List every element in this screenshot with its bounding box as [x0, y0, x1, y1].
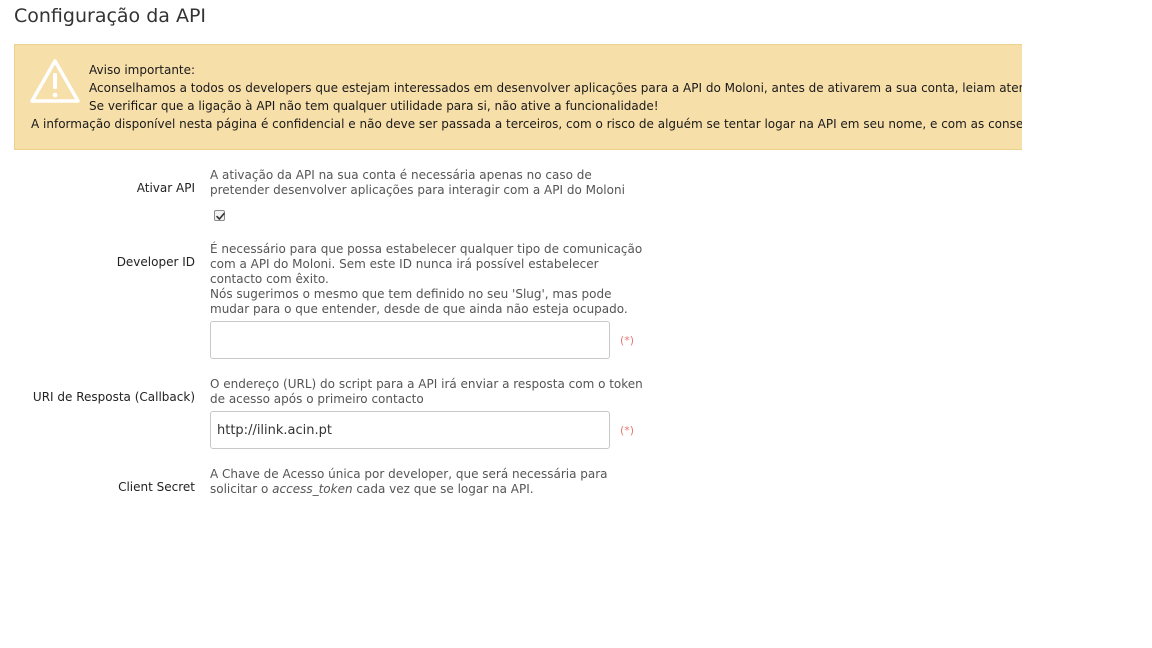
help-text-fragment: cada vez que se logar na API. [352, 482, 534, 496]
help-text-line: mudar para o que entender, desde de que … [210, 302, 628, 316]
client-secret-help: A Chave de Acesso única por developer, q… [210, 467, 660, 497]
developer-id-help: É necessário para que possa estabelecer … [210, 242, 660, 317]
checkmark-icon [216, 212, 225, 220]
warning-triangle-icon [30, 59, 80, 103]
warning-text-line: Se verificar que a ligação à API não tem… [89, 99, 659, 113]
client-secret-label: Client Secret [118, 480, 195, 494]
developer-id-input[interactable] [210, 321, 610, 359]
required-mark: (*) [620, 334, 635, 347]
developer-id-label: Developer ID [116, 255, 195, 269]
activate-api-help: A ativação da API na sua conta é necessá… [210, 168, 660, 198]
callback-uri-label: URI de Resposta (Callback) [32, 390, 195, 404]
activate-api-label: Ativar API [136, 181, 195, 195]
warning-confidential-line: A informação disponível nesta página é c… [31, 117, 1022, 131]
help-text-line: É necessário para que possa estabelecer … [210, 242, 643, 256]
callback-uri-help: O endereço (URL) do script para a API ir… [210, 377, 660, 407]
help-text-line: A ativação da API na sua conta é necessá… [210, 168, 592, 182]
help-text-fragment: solicitar o [210, 482, 273, 496]
help-text-line: com a API do Moloni. Sem este ID nunca i… [210, 257, 599, 271]
required-mark: (*) [620, 424, 635, 437]
help-text-line: solicitar o access_token cada vez que se… [210, 482, 660, 497]
access-token-term: access_token [272, 482, 353, 496]
help-text-line: contacto com êxito. [210, 272, 329, 286]
help-text-line: de acesso após o primeiro contacto [210, 392, 424, 406]
warning-text-line: Aconselhamos a todos os developers que e… [89, 81, 1022, 95]
help-text-line: O endereço (URL) do script para a API ir… [210, 377, 643, 391]
activate-api-checkbox[interactable] [214, 210, 225, 221]
help-text-line: A Chave de Acesso única por developer, q… [210, 467, 608, 481]
api-config-page: Configuração da API Aviso importante: Ac… [0, 0, 1152, 648]
page-title: Configuração da API [14, 5, 207, 27]
help-text-line: pretender desenvolver aplicações para in… [210, 183, 625, 197]
help-text-line: Nós sugerimos o mesmo que tem definido n… [210, 287, 612, 301]
warning-box: Aviso importante: Aconselhamos a todos o… [14, 44, 1022, 150]
callback-uri-input[interactable] [210, 411, 610, 449]
warning-title: Aviso importante: [89, 63, 196, 77]
